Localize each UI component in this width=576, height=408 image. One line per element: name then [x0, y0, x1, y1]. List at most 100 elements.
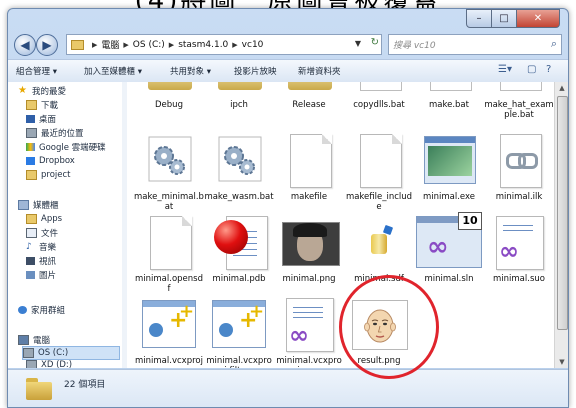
address-bar[interactable]: ▶ 電腦 ▶ OS (C:) ▶ stasm4.1.0 ▶ vc10 ▼ ↻: [66, 34, 382, 55]
document-icon: [416, 82, 482, 94]
scroll-down-icon[interactable]: ▼: [555, 356, 568, 368]
file-tile[interactable]: make.bat: [414, 82, 484, 120]
visual-studio-doc-icon: ∞: [486, 212, 552, 272]
document-icon: [346, 130, 412, 190]
desktop-icon: [26, 115, 35, 123]
chevron-down-icon[interactable]: ▼: [355, 39, 361, 48]
database-icon: [346, 212, 412, 272]
search-placeholder: 搜尋 vc10: [393, 41, 436, 51]
file-tile[interactable]: make_minimal.bat: [134, 130, 204, 212]
computer-icon: [18, 335, 29, 345]
nav-item-pictures[interactable]: 圖片: [26, 269, 56, 281]
maximize-button[interactable]: □: [491, 9, 517, 28]
gear-icon: [206, 130, 272, 190]
vertical-scrollbar[interactable]: ▲ ▼: [554, 82, 568, 368]
nav-item-dropbox[interactable]: Dropbox: [26, 155, 75, 167]
document-icon: [136, 212, 202, 272]
slideshow-button[interactable]: 投影片放映: [234, 65, 277, 77]
minimize-button[interactable]: –: [466, 9, 492, 28]
chevron-right-icon: ▶: [92, 40, 98, 49]
file-tile[interactable]: ∞ minimal.vcxproj.user: [274, 294, 344, 368]
file-tile[interactable]: ∞ minimal.suo: [484, 212, 554, 294]
include-in-library-menu[interactable]: 加入至媒體櫃 ▾: [84, 65, 142, 77]
share-with-menu[interactable]: 共用對象 ▾: [170, 65, 211, 77]
refresh-icon[interactable]: ↻: [371, 37, 379, 48]
nav-item-documents[interactable]: 文件: [26, 227, 58, 239]
drive-icon: [26, 360, 37, 368]
pane-splitter[interactable]: [122, 82, 127, 368]
content-area: ★ 我的最愛 下載 桌面 最近的位置 Google 雲端硬碟 Dropbox pr…: [8, 82, 568, 368]
file-tile[interactable]: + + minimal.vcxproj.filters: [204, 294, 274, 368]
folder-icon: [26, 170, 37, 180]
breadcrumb-item[interactable]: stasm4.1.0: [178, 40, 228, 50]
scrollbar-thumb[interactable]: [557, 96, 568, 330]
library-icon: [18, 200, 29, 210]
breadcrumb-item[interactable]: OS (C:): [133, 40, 165, 50]
nav-item-homegroup[interactable]: 家用群組: [18, 304, 65, 316]
nav-item-music[interactable]: ♪ 音樂: [26, 241, 56, 254]
file-tile[interactable]: Release: [274, 82, 344, 120]
breadcrumb-item[interactable]: vc10: [242, 40, 264, 50]
breadcrumb-item[interactable]: 電腦: [101, 38, 119, 51]
file-tile[interactable]: ∞ 10 minimal.sln: [414, 212, 484, 294]
file-tile[interactable]: + + minimal.vcxproj: [134, 294, 204, 368]
details-pane: 22 個項目: [8, 369, 568, 407]
view-options-icon[interactable]: ☰▾: [498, 64, 512, 75]
folder-icon: [26, 100, 37, 110]
back-arrow-icon: ◀: [20, 38, 30, 52]
document-icon: [346, 82, 412, 94]
command-bar: 組合管理 ▾ 加入至媒體櫃 ▾ 共用對象 ▾ 投影片放映 新增資料夾 ☰▾ ▢ …: [8, 59, 568, 83]
folder-icon: [206, 82, 272, 94]
highlight-circle: [339, 275, 439, 379]
document-icon: [276, 130, 342, 190]
nav-item-computer[interactable]: 電腦: [18, 334, 50, 346]
folder-icon: [276, 82, 342, 94]
organize-menu[interactable]: 組合管理 ▾: [16, 65, 57, 77]
search-input[interactable]: 搜尋 vc10 ⌕: [388, 34, 562, 55]
file-tile[interactable]: minimal.pdb: [204, 212, 274, 294]
navigation-pane: ★ 我的最愛 下載 桌面 最近的位置 Google 雲端硬碟 Dropbox pr…: [8, 82, 123, 368]
nav-item-drive-c[interactable]: OS (C:): [22, 346, 120, 360]
file-tile[interactable]: minimal.ilk: [484, 130, 554, 212]
chevron-right-icon: ▶: [123, 40, 129, 49]
forward-button[interactable]: ▶: [36, 34, 58, 56]
help-icon[interactable]: ?: [546, 64, 551, 75]
file-tile[interactable]: makefile_include: [344, 130, 414, 212]
search-icon[interactable]: ⌕: [551, 37, 557, 51]
scroll-up-icon[interactable]: ▲: [555, 82, 568, 94]
file-tile[interactable]: minimal.exe: [414, 130, 484, 212]
nav-item-videos[interactable]: 視訊: [26, 255, 56, 267]
folder-icon: [26, 378, 52, 400]
nav-item-drive-d[interactable]: XD (D:): [26, 359, 72, 368]
back-button[interactable]: ◀: [14, 34, 36, 56]
nav-item-libraries[interactable]: 媒體櫃: [18, 199, 59, 211]
dropbox-icon: [26, 157, 35, 165]
nav-item-google-drive[interactable]: Google 雲端硬碟: [26, 141, 106, 153]
folder-icon: [71, 39, 84, 50]
google-drive-icon: [26, 143, 35, 151]
file-tile[interactable]: makefile: [274, 130, 344, 212]
exe-window-icon: [416, 130, 482, 190]
nav-item-project[interactable]: project: [26, 169, 71, 181]
vcxproj-icon: + +: [206, 294, 272, 354]
file-tile[interactable]: Debug: [134, 82, 204, 120]
nav-item-desktop[interactable]: 桌面: [26, 113, 56, 125]
nav-item-recent[interactable]: 最近的位置: [26, 127, 84, 139]
preview-pane-icon[interactable]: ▢: [527, 64, 536, 75]
visual-studio-doc-icon: ∞: [276, 294, 342, 354]
file-tile[interactable]: copydlls.bat: [344, 82, 414, 120]
file-tile[interactable]: make_hat_example.bat: [484, 82, 554, 130]
nav-item-downloads[interactable]: 下載: [26, 99, 58, 111]
file-tile[interactable]: make_wasm.bat: [204, 130, 274, 212]
nav-item-favorites[interactable]: ★ 我的最愛: [18, 85, 66, 98]
chevron-right-icon: ▶: [232, 40, 238, 49]
close-button[interactable]: ✕: [516, 9, 560, 28]
item-count: 22 個項目: [64, 380, 106, 390]
file-tile[interactable]: ipch: [204, 82, 274, 120]
visual-studio-icon: ∞ 10: [416, 212, 482, 272]
file-tile[interactable]: minimal.opensdf: [134, 212, 204, 294]
file-tile[interactable]: minimal.png: [274, 212, 344, 294]
new-folder-button[interactable]: 新增資料夾: [298, 65, 341, 77]
explorer-window: – □ ✕ ◀ ▶ ▶ 電腦 ▶ OS (C:) ▶ stasm4.1.0 ▶ …: [7, 8, 569, 408]
nav-item-apps[interactable]: Apps: [26, 213, 62, 225]
